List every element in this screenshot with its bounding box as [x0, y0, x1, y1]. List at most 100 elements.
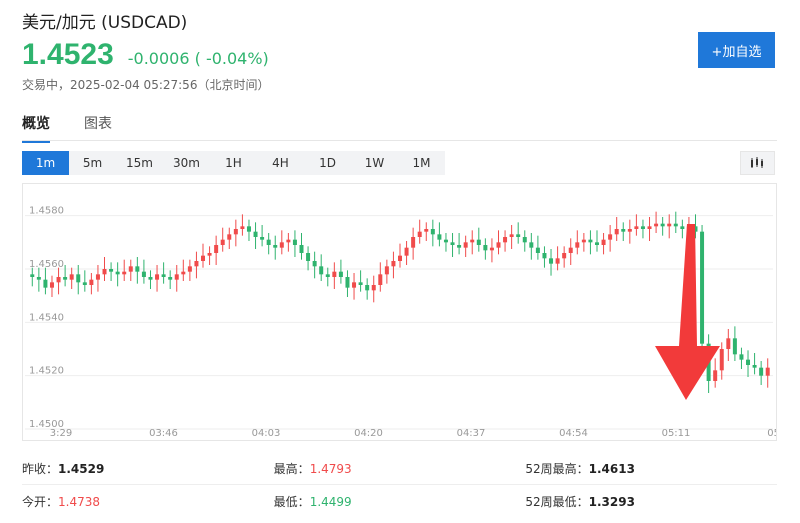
candle-body: [365, 285, 370, 291]
candle-body: [608, 234, 613, 240]
candle-body: [141, 271, 146, 277]
y-tick-label: 1.4580: [29, 206, 64, 217]
stat-52w-high: 52周最高：1.4613: [525, 461, 635, 476]
candle-body: [398, 255, 402, 261]
candle-body: [759, 367, 764, 376]
candle-body: [253, 231, 258, 237]
candle-body: [601, 239, 606, 245]
candle-body: [503, 237, 508, 243]
chart-type-button[interactable]: [740, 151, 775, 175]
candle-body: [496, 242, 501, 248]
period-1w[interactable]: 1W: [351, 151, 398, 175]
candle-body: [752, 365, 757, 368]
candle-body: [109, 269, 114, 272]
candlestick-chart-icon: [750, 157, 763, 168]
period-1h[interactable]: 1H: [210, 151, 257, 175]
candle-body: [56, 277, 61, 283]
candle-body: [700, 231, 705, 344]
candle-body: [378, 274, 383, 285]
candle-body: [30, 274, 35, 277]
stat-open: 今开：1.4738: [22, 494, 101, 509]
candle-body: [594, 242, 599, 245]
candle-body: [161, 274, 166, 277]
period-1mo[interactable]: 1M: [398, 151, 445, 175]
price-change: -0.0006 ( -0.04%): [127, 49, 269, 68]
candle-body: [201, 255, 206, 261]
candle-body: [713, 370, 718, 381]
candle-body: [358, 282, 363, 285]
candle-body: [325, 274, 330, 277]
candle-body: [654, 223, 659, 227]
candle-body: [411, 237, 416, 248]
candle-body: [384, 266, 389, 275]
stat-low: 最低：1.4499: [273, 494, 352, 509]
add-watchlist-button[interactable]: +加自选: [698, 32, 775, 68]
period-1d[interactable]: 1D: [304, 151, 351, 175]
candle-body: [522, 237, 527, 243]
trading-status: 交易中，2025-02-04 05:27:56（北京时间）: [22, 78, 270, 92]
candle-body: [614, 229, 619, 235]
candle-body: [181, 271, 186, 275]
candle-body: [306, 253, 311, 261]
price-chart[interactable]: 1.4580 1.4560 1.4540 1.4520 1.4500 3:29 03:46 0…: [22, 183, 790, 441]
period-30m[interactable]: 30m: [163, 151, 210, 175]
candle-body: [680, 226, 685, 229]
candle-body: [424, 229, 429, 232]
candle-body: [581, 239, 586, 243]
candle-body: [49, 282, 54, 288]
candle-body: [476, 239, 481, 245]
candle-body: [345, 277, 350, 288]
candle-body: [549, 258, 554, 264]
candle-body: [292, 239, 297, 245]
candle-body: [43, 279, 48, 288]
candle-body: [726, 338, 731, 349]
candle-body: [155, 274, 160, 280]
candle-body: [404, 247, 409, 256]
period-selector: 1m 5m 15m 30m 1H 4H 1D 1W 1M: [22, 151, 445, 175]
candle-body: [575, 242, 580, 248]
candle-body: [233, 229, 238, 235]
candle-body: [437, 234, 442, 240]
candle-body: [765, 367, 770, 376]
candle-body: [135, 266, 140, 272]
x-tick-label: 04:37: [457, 428, 486, 439]
candle-body: [529, 242, 534, 248]
tab-chart[interactable]: 图表: [84, 113, 112, 143]
period-4h[interactable]: 4H: [257, 151, 304, 175]
candle-body: [667, 223, 672, 227]
period-1m[interactable]: 1m: [22, 151, 69, 175]
x-tick-label: 03:46: [149, 428, 178, 439]
candle-body: [516, 234, 521, 237]
candle-body: [76, 274, 81, 283]
candle-body: [194, 261, 199, 267]
candle-body: [266, 239, 271, 245]
candle-body: [279, 242, 284, 248]
candle-body: [102, 269, 107, 275]
candle-body: [312, 261, 317, 267]
candle-body: [286, 239, 291, 243]
candle-body: [555, 258, 560, 264]
period-15m[interactable]: 15m: [116, 151, 163, 175]
candle-body: [417, 231, 422, 237]
candle-body: [187, 266, 192, 272]
period-5m[interactable]: 5m: [69, 151, 116, 175]
stat-prev-close: 昨收：1.4529: [22, 461, 105, 476]
candle-body: [128, 266, 133, 272]
candle-body: [207, 253, 212, 256]
candle-body: [352, 282, 357, 288]
candle-body: [82, 282, 87, 285]
candle-body: [63, 277, 68, 280]
candle-body: [746, 359, 751, 365]
candle-body: [450, 242, 455, 245]
candle-body: [220, 239, 225, 245]
tab-overview[interactable]: 概览: [22, 113, 50, 143]
candle-body: [621, 229, 626, 232]
tab-bar: 概览 图表: [22, 113, 112, 143]
y-tick-label: 1.4520: [29, 366, 64, 377]
price-row: 1.4523 -0.0006 ( -0.04%): [22, 38, 269, 72]
candle-body: [457, 245, 462, 248]
candle-body: [338, 271, 343, 277]
candle-body: [634, 226, 639, 229]
x-tick-label: 04:20: [354, 428, 383, 439]
candle-body: [260, 237, 265, 240]
